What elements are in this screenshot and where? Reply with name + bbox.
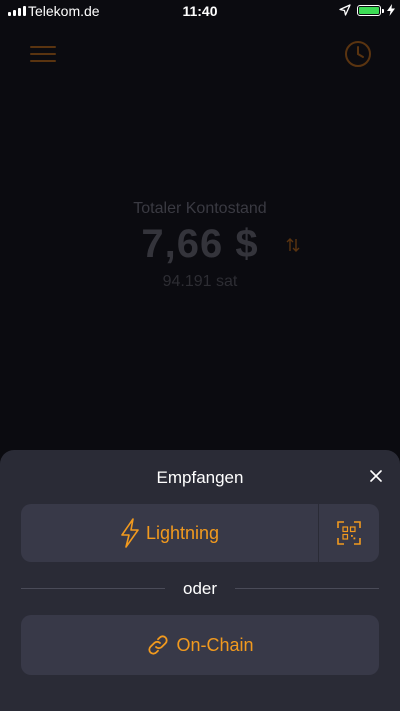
- charging-icon: [387, 4, 395, 16]
- balance-value[interactable]: 7,66 $: [0, 222, 400, 267]
- receive-sheet: Empfangen Lightning oder On-Chain: [0, 450, 400, 711]
- balance-label: Totaler Kontostand: [133, 200, 267, 217]
- chain-link-icon: [148, 635, 169, 655]
- menu-icon[interactable]: [30, 44, 56, 64]
- status-bar: Telekom.de 11:40: [0, 0, 400, 22]
- close-icon[interactable]: [366, 466, 386, 486]
- clock-icon[interactable]: [344, 40, 372, 68]
- balance-sat: 94.191 sat: [162, 273, 238, 290]
- battery-icon: [357, 5, 384, 16]
- divider-right: [235, 588, 379, 589]
- sheet-title: Empfangen: [156, 468, 244, 487]
- qr-scan-button[interactable]: [319, 504, 379, 562]
- location-icon: [339, 4, 351, 16]
- qr-scan-icon: [337, 521, 361, 545]
- onchain-label: On-Chain: [176, 634, 254, 655]
- or-text: oder: [182, 579, 218, 598]
- lightning-label: Lightning: [145, 522, 220, 543]
- swap-icon[interactable]: [286, 237, 300, 253]
- lightning-button[interactable]: Lightning: [21, 504, 318, 562]
- onchain-button[interactable]: On-Chain: [21, 615, 379, 675]
- lightning-icon: [121, 518, 139, 548]
